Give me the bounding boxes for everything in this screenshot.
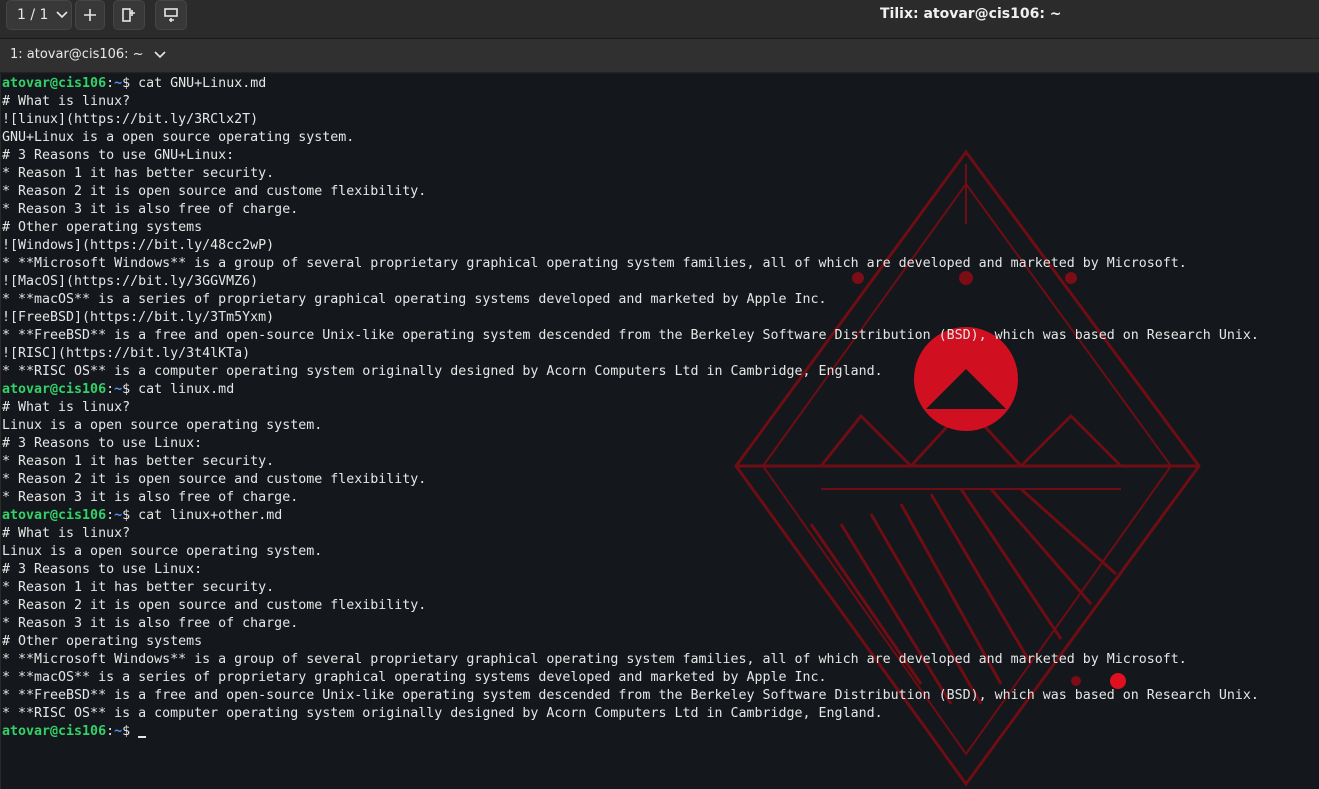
prompt-user: atovar@cis106 [2,76,107,91]
terminal-title: 1: atovar@cis106: ~ [10,47,144,62]
prompt-dollar: $ [122,382,131,397]
prompt-path: ~ [114,508,123,523]
plus-icon [83,8,97,22]
prompt-dollar: $ [122,76,131,91]
output-line: * Reason 3 it is also free of charge. [2,490,299,505]
prompt-line: atovar@cis106:~$ cat GNU+Linux.md [2,75,1259,93]
terminal-view[interactable]: atovar@cis106:~$ cat GNU+Linux.md # What … [0,74,1319,789]
output-line: * **FreeBSD** is a free and open-source … [2,688,1259,703]
split-vertical-button[interactable] [155,0,187,30]
output-line: * Reason 1 it has better security. [2,166,275,181]
prompt-user: atovar@cis106 [2,724,107,739]
output-line: ![Windows](https://bit.ly/48cc2wP) [2,238,275,253]
output-line: # What is linux? [2,400,131,415]
output-line: # Other operating systems [2,634,203,649]
chevron-down-icon [56,11,69,19]
output-line: GNU+Linux is a open source operating sys… [2,130,355,145]
command-text: cat linux+other.md [130,508,283,523]
prompt-line: atovar@cis106:~$ cat linux.md [2,381,1259,399]
prompt-line: atovar@cis106:~$ [2,723,1259,741]
output-line: Linux is a open source operating system. [2,418,323,433]
output-line: * Reason 2 it is open source and custome… [2,472,427,487]
output-line: # 3 Reasons to use GNU+Linux: [2,148,235,163]
output-line: * **RISC OS** is a computer operating sy… [2,364,883,379]
output-line: * Reason 3 it is also free of charge. [2,202,299,217]
output-line: * **macOS** is a series of proprietary g… [2,292,827,307]
output-line: ![RISC](https://bit.ly/3t4lKTa) [2,346,251,361]
terminal-menu-chevron-down-icon [153,50,166,59]
window-title: Tilix: atovar@cis106: ~ [880,6,1062,22]
command-text: cat GNU+Linux.md [130,76,267,91]
add-terminal-button[interactable] [75,0,105,30]
prompt-path: ~ [114,76,123,91]
output-line: * **FreeBSD** is a free and open-source … [2,328,1259,343]
output-line: ![FreeBSD](https://bit.ly/3Tm5Yxm) [2,310,275,325]
output-line: * Reason 2 it is open source and custome… [2,598,427,613]
output-line: * Reason 1 it has better security. [2,454,275,469]
output-line: * **RISC OS** is a computer operating sy… [2,706,883,721]
prompt-path: ~ [114,724,123,739]
prompt-separator: : [106,382,115,397]
output-line: ![linux](https://bit.ly/3RClx2T) [2,112,259,127]
output-line: * Reason 1 it has better security. [2,580,275,595]
prompt-separator: : [106,76,115,91]
output-line: # 3 Reasons to use Linux: [2,436,203,451]
output-line: * **Microsoft Windows** is a group of se… [2,256,1187,271]
split-vertical-icon [163,7,179,23]
output-line: # Other operating systems [2,220,203,235]
output-line: * **Microsoft Windows** is a group of se… [2,652,1187,667]
prompt-dollar: $ [122,724,131,739]
command-text: cat linux.md [130,382,235,397]
output-line: # What is linux? [2,526,131,541]
session-switcher-button[interactable]: 1 / 1 [6,0,72,30]
session-label: 1 / 1 [17,7,49,23]
split-horizontal-icon [121,7,137,23]
terminal-cursor [138,736,147,738]
prompt-separator: : [106,724,115,739]
split-horizontal-button[interactable] [113,0,145,30]
terminal-title-menu[interactable]: 1: atovar@cis106: ~ [10,47,166,62]
tilix-window: 1 / 1 Tilix: atovar@cis106: ~ 1: atovar@… [0,0,1319,789]
terminal-output: atovar@cis106:~$ cat GNU+Linux.md # What … [2,75,1259,741]
output-line: Linux is a open source operating system. [2,544,323,559]
prompt-user: atovar@cis106 [2,382,107,397]
output-line: * **macOS** is a series of proprietary g… [2,670,827,685]
output-line: * Reason 2 it is open source and custome… [2,184,427,199]
prompt-path: ~ [114,382,123,397]
prompt-line: atovar@cis106:~$ cat linux+other.md [2,507,1259,525]
output-line: ![MacOS](https://bit.ly/3GGVMZ6) [2,274,259,289]
output-line: # 3 Reasons to use Linux: [2,562,203,577]
terminal-title-bar[interactable]: 1: atovar@cis106: ~ [0,39,1319,73]
output-line: * Reason 3 it is also free of charge. [2,616,299,631]
header-bar: 1 / 1 Tilix: atovar@cis106: ~ [0,0,1319,39]
command-text [130,724,138,739]
prompt-user: atovar@cis106 [2,508,107,523]
prompt-dollar: $ [122,508,131,523]
output-line: # What is linux? [2,94,131,109]
prompt-separator: : [106,508,115,523]
